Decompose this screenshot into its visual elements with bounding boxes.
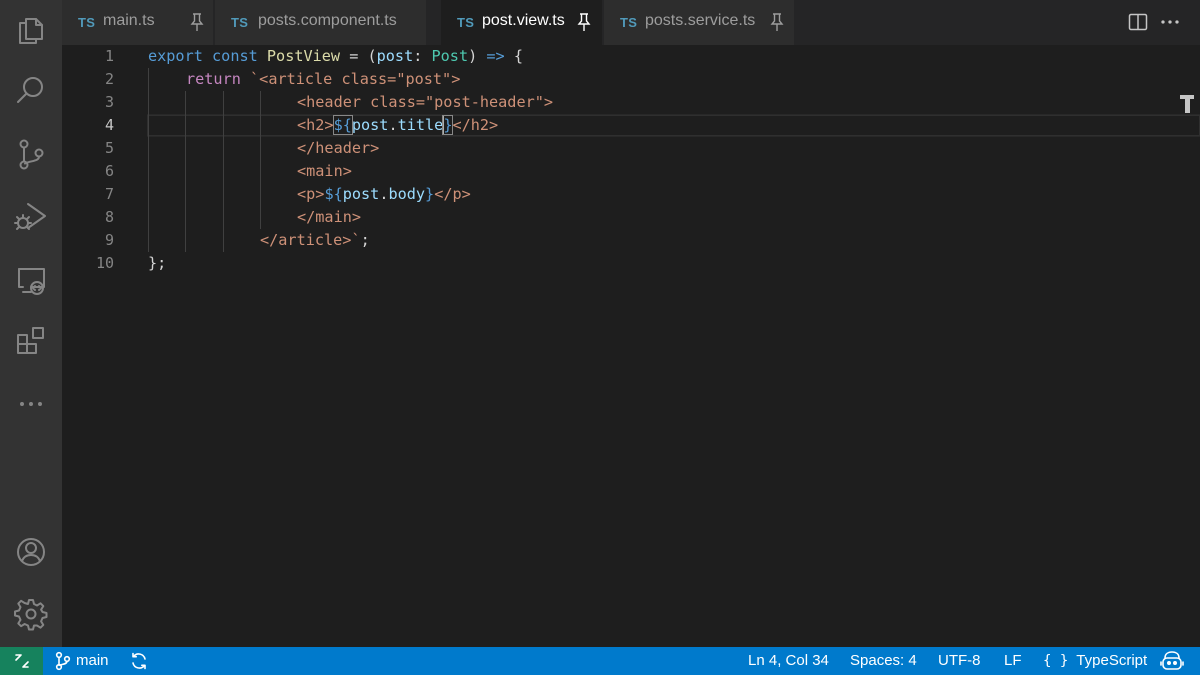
tab-bar: TS main.ts TS posts.component.ts TS post…: [62, 0, 1200, 45]
typescript-file-icon: TS: [457, 15, 475, 30]
tab-label: posts.service.ts: [645, 12, 756, 29]
remote-explorer-icon[interactable]: [0, 250, 62, 310]
line-number: 6: [104, 162, 114, 180]
line-number: 1: [104, 47, 114, 65]
code-line-10: 10 };: [62, 252, 1200, 275]
language-mode[interactable]: { } TypeScript: [1043, 647, 1147, 675]
code-line-2: 2 return `<article class="post">: [62, 68, 1200, 91]
line-number: 2: [104, 70, 114, 88]
more-icon[interactable]: [0, 374, 62, 434]
explorer-icon[interactable]: [0, 0, 62, 60]
code-line-4: 4 <h2>${post.title}</h2>: [62, 114, 1200, 137]
sync-icon[interactable]: [129, 647, 149, 675]
code-line-9: 9 </article>`;: [62, 229, 1200, 252]
language-label: TypeScript: [1076, 652, 1148, 669]
source-control-icon[interactable]: [0, 124, 62, 184]
code-text: <p>${post.body}</p>: [297, 185, 471, 203]
extensions-icon[interactable]: [0, 312, 62, 372]
tab-posts-component-ts[interactable]: TS posts.component.ts: [215, 0, 579, 45]
typescript-file-icon: TS: [78, 15, 96, 30]
branch-name: main: [76, 652, 109, 669]
pin-icon[interactable]: [770, 12, 784, 32]
line-number: 7: [104, 185, 114, 203]
code-text: <header class="post-header">: [297, 93, 554, 111]
code-text: </main>: [297, 208, 362, 226]
more-actions-icon[interactable]: [1159, 11, 1183, 35]
code-text: </header>: [297, 139, 380, 157]
tab-main-ts[interactable]: TS main.ts: [62, 0, 214, 45]
typescript-file-icon: TS: [620, 15, 638, 30]
code-line-5: 5 </header>: [62, 137, 1200, 160]
code-line-6: 6 <main>: [62, 160, 1200, 183]
line-number: 5: [104, 139, 114, 157]
code-text: </article>`;: [260, 231, 370, 249]
copilot-icon[interactable]: [1160, 647, 1184, 675]
tab-posts-service-ts[interactable]: TS posts.service.ts: [604, 0, 795, 45]
encoding-setting[interactable]: UTF-8: [938, 647, 981, 675]
tab-label: post.view.ts: [482, 12, 565, 29]
branch-indicator[interactable]: main: [55, 647, 109, 675]
line-number: 10: [95, 254, 114, 272]
split-editor-icon[interactable]: [1127, 11, 1151, 35]
pin-icon[interactable]: [190, 12, 204, 32]
status-bar: main Ln 4, Col 34 Spaces: 4 UTF-8 LF { }…: [0, 647, 1200, 675]
code-text: return `<article class="post">: [186, 70, 461, 88]
code-line-3: 3 <header class="post-header">: [62, 91, 1200, 114]
tab-label: posts.component.ts: [258, 12, 397, 29]
tab-post-view-ts[interactable]: TS post.view.ts: [441, 0, 603, 45]
code-line-7: 7 <p>${post.body}</p>: [62, 183, 1200, 206]
minimap-marker-icon[interactable]: [1180, 95, 1194, 113]
tab-label: main.ts: [103, 12, 155, 29]
line-number: 4: [104, 116, 114, 134]
code-line-1: 1 export const PostView = (post: Post) =…: [62, 45, 1200, 68]
manage-gear-icon[interactable]: [0, 584, 62, 644]
braces-icon: { }: [1043, 653, 1069, 669]
run-debug-icon[interactable]: [0, 186, 62, 246]
activity-bar: [0, 0, 62, 647]
pin-icon[interactable]: [577, 12, 591, 32]
code-text: <h2>${post.title}</h2>: [297, 115, 499, 135]
code-text: export const PostView = (post: Post) => …: [148, 47, 523, 65]
line-number: 8: [104, 208, 114, 226]
git-branch-icon: [55, 651, 71, 671]
code-text: };: [148, 254, 167, 272]
search-icon[interactable]: [0, 60, 62, 120]
code-editor[interactable]: 1 export const PostView = (post: Post) =…: [62, 45, 1200, 647]
eol-setting[interactable]: LF: [1004, 647, 1022, 675]
accounts-icon[interactable]: [0, 522, 62, 582]
code-text: <main>: [297, 162, 352, 180]
line-number: 9: [104, 231, 114, 249]
cursor-position[interactable]: Ln 4, Col 34: [748, 647, 829, 675]
indentation-setting[interactable]: Spaces: 4: [850, 647, 917, 675]
code-line-8: 8 </main>: [62, 206, 1200, 229]
line-number: 3: [104, 93, 114, 111]
remote-indicator-icon[interactable]: [0, 647, 43, 675]
typescript-file-icon: TS: [231, 15, 249, 30]
